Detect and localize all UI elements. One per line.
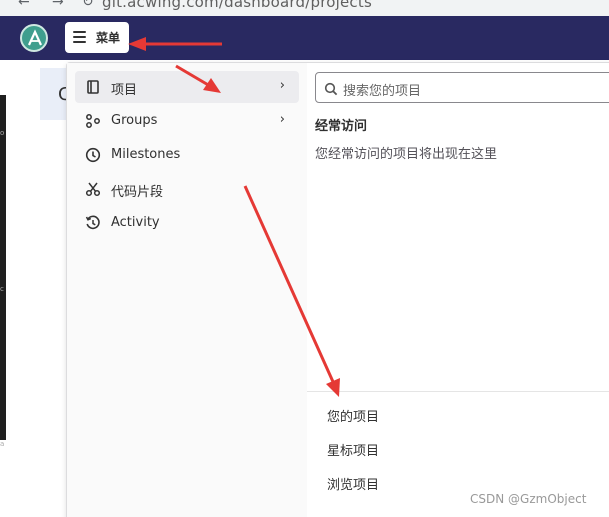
frequent-title: 经常访问: [315, 119, 368, 134]
background-page-strip: o c a: [0, 95, 6, 448]
clock-icon: [85, 147, 101, 163]
groups-icon: [85, 113, 101, 129]
project-search-input[interactable]: 搜索您的项目: [315, 72, 609, 103]
menu-item-label: Groups: [111, 113, 158, 128]
reload-icon[interactable]: ↻: [82, 0, 94, 10]
frequent-empty-text: 您经常访问的项目将出现在这里: [315, 147, 498, 162]
menu-item-snippets[interactable]: 代码片段: [75, 173, 299, 205]
menu-item-projects[interactable]: 项目 ›: [75, 71, 299, 103]
search-placeholder: 搜索您的项目: [343, 84, 422, 99]
menu-item-label: 代码片段: [111, 185, 164, 200]
menu-sections: 项目 › Groups › Milestones 代码片段 Activity: [67, 63, 307, 517]
your-projects-link[interactable]: 您的项目: [327, 406, 379, 425]
gitlab-logo-icon[interactable]: [20, 24, 48, 52]
search-icon: [324, 81, 338, 100]
menu-item-label: Milestones: [111, 147, 181, 162]
top-navbar: 菜单: [0, 16, 609, 60]
scissors-icon: [85, 181, 101, 197]
menu-item-activity[interactable]: Activity: [75, 207, 299, 239]
menu-item-groups[interactable]: Groups ›: [75, 105, 299, 137]
browser-toolbar: ← → ↻ git.acwing.com/dashboard/projects: [0, 0, 609, 16]
strip-letter: c: [0, 285, 4, 293]
starred-projects-link[interactable]: 星标项目: [327, 440, 379, 459]
menu-item-label: 项目: [111, 83, 138, 98]
back-icon[interactable]: ←: [18, 0, 30, 10]
strip-letter: a: [0, 440, 5, 448]
menu-dropdown: 项目 › Groups › Milestones 代码片段 Activity 搜…: [66, 62, 609, 517]
history-icon: [85, 215, 101, 231]
chevron-right-icon: ›: [279, 78, 285, 93]
watermark: CSDN @GzmObject: [470, 492, 587, 506]
project-icon: [85, 79, 101, 95]
strip-letter: o: [0, 129, 5, 137]
explore-projects-link[interactable]: 浏览项目: [327, 474, 379, 493]
projects-panel: 搜索您的项目 经常访问 您经常访问的项目将出现在这里 您的项目 星标项目 浏览项…: [307, 63, 609, 517]
hamburger-icon: [73, 31, 86, 43]
chevron-right-icon: ›: [279, 112, 285, 127]
menu-item-label: Activity: [111, 215, 160, 230]
menu-button[interactable]: 菜单: [65, 22, 129, 53]
forward-icon[interactable]: →: [52, 0, 64, 10]
menu-item-milestones[interactable]: Milestones: [75, 139, 299, 171]
menu-button-label: 菜单: [96, 31, 121, 45]
address-bar[interactable]: git.acwing.com/dashboard/projects: [102, 0, 372, 11]
